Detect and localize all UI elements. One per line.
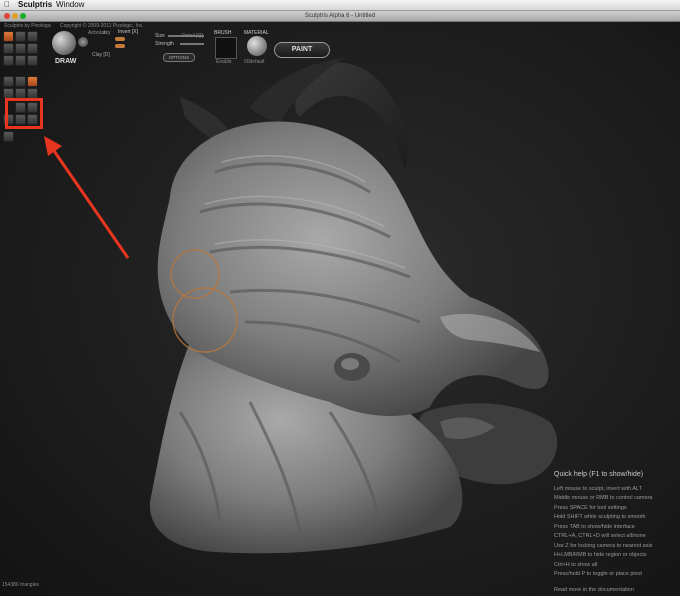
menu-app-name[interactable]: Sculptris [18,0,52,10]
strength-slider[interactable] [180,43,204,45]
clay-label[interactable]: Clay [D] [92,52,110,58]
top-toolbar: Sculptris by Pixologic Copyright © 2009-… [0,22,680,70]
mask-button[interactable] [27,76,38,87]
brush-label: BRUSH [214,30,232,36]
lazy-label[interactable]: Lazy [100,30,111,36]
annotation-highlight-box [5,98,43,129]
help-line: Press SPACE for tool settings [554,504,627,511]
strength-label: Strength [155,41,174,47]
help-line: Hold SHIFT while sculpting to smooth [554,514,646,520]
window-title: Sculptris Alpha 6 - Untitled [304,13,376,19]
invert-toggle[interactable] [115,37,125,41]
detail-label[interactable]: Detail [Q] [182,33,203,39]
quick-help-panel: Quick help (F1 to show/hide) Left mouse … [554,470,678,595]
help-line: Press/hold P to toggle or place pivot [554,571,642,577]
crease-tool-button[interactable] [3,31,14,42]
scale-tool-button[interactable] [27,31,38,42]
help-line: Use Z for locking camera to nearest axis [554,542,653,549]
paint-button[interactable]: PAINT [274,42,330,58]
flatten-tool-button[interactable] [27,43,38,54]
rotate-tool-button[interactable] [15,31,26,42]
help-line: Left mouse to sculpt, invert with ALT [554,485,642,492]
viewport[interactable]: Sculptris by Pixologic Copyright © 2009-… [0,22,680,596]
apple-icon[interactable]:  [4,0,10,10]
invert-label[interactable]: Invert [X] [118,29,138,35]
credit-text: Sculptris by Pixologic [4,23,52,29]
clay-toggle[interactable] [115,44,125,48]
inflate-tool-button[interactable] [3,43,14,54]
airbrush-toggle-icon[interactable] [78,37,88,47]
material-sphere-icon[interactable] [247,36,267,56]
brush-enable-label[interactable]: Enable [216,59,232,65]
help-line: H+LMB/RMB to hide region or objects [554,552,647,558]
brush-swatch[interactable] [215,37,237,59]
help-line: Middle mouse or RMB to control camera [554,495,653,501]
grab-tool-button[interactable] [3,55,14,66]
options-button[interactable]: OPTIONS [163,53,195,62]
wireframe-button[interactable] [15,76,26,87]
material-name: 00default [244,59,265,65]
help-line: Press TAB to show/hide interface [554,523,635,530]
triangle-count: 154386 triangles [2,582,39,588]
help-line: Ctrl+H to show all [554,561,598,568]
pinch-tool-button[interactable] [15,43,26,54]
symmetry-button[interactable] [3,76,14,87]
draw-tool-sphere-icon[interactable] [52,31,76,55]
menu-window[interactable]: Window [56,0,84,10]
help-doc-link[interactable]: Read more in the documentation [554,586,678,596]
smooth-tool-button[interactable] [15,55,26,66]
help-heading: Quick help (F1 to show/hide) [554,471,644,478]
menu-bar:  Sculptris Window [0,0,680,11]
tool-name: DRAW [55,58,77,65]
size-label: Size [155,33,165,39]
settings-button[interactable] [3,131,14,142]
title-bar: Sculptris Alpha 6 - Untitled [0,11,680,22]
help-line: CTRL+A, CTRL+D will select all/none [554,533,646,539]
reduce-tool-button[interactable] [27,55,38,66]
